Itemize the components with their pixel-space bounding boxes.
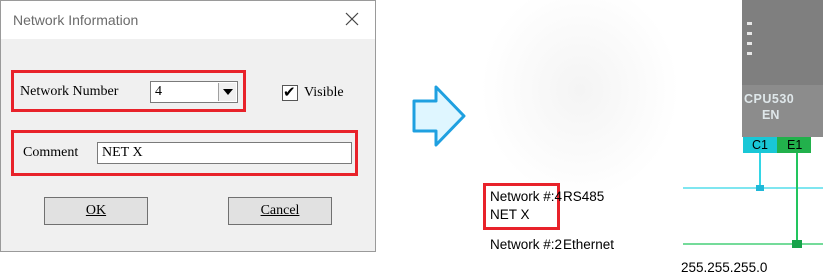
net4-type: RS485 <box>563 189 605 204</box>
rs485-node <box>756 185 764 191</box>
net4-label: Network #:4 <box>490 189 563 204</box>
led-indicators-icon <box>747 22 752 55</box>
net2-type: Ethernet <box>563 237 615 252</box>
net4-comment: NET X <box>490 207 530 222</box>
network-lines <box>683 153 823 248</box>
cpu-sub-label: EN <box>762 108 780 122</box>
port-e1-label: E1 <box>787 138 803 152</box>
port-c1-label: C1 <box>752 138 768 152</box>
cpu-model-label: CPU530 <box>744 92 795 106</box>
net2-label: Network #:2 <box>490 237 563 252</box>
ethernet-node <box>792 240 802 248</box>
subnet-mask: 255.255.255.0 <box>681 260 768 275</box>
